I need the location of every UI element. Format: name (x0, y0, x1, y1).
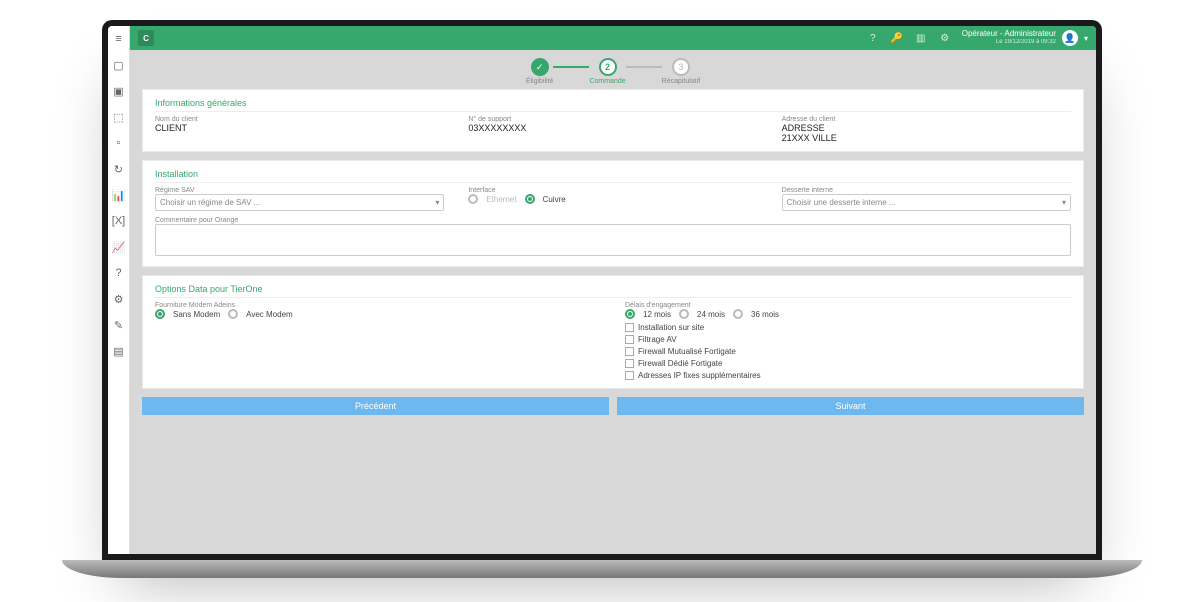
chk3-label: Firewall Mutualisé Fortigate (638, 347, 736, 356)
left-rail: ≡ ▢ ▣ ⬚ ▫ ↻ 📊 [X] 📈 ? ⚙ ✎ ▤ (108, 26, 130, 554)
next-button[interactable]: Suivant (617, 397, 1084, 415)
check-icon: ✓ (531, 58, 549, 76)
radio-ethernet[interactable] (468, 194, 478, 204)
chk4-label: Firewall Dédié Fortigate (638, 359, 722, 368)
card-install: Installation Régime SAV Choisir un régim… (142, 160, 1084, 267)
chk-firewall-dedie[interactable] (625, 359, 634, 368)
radio-36mois[interactable] (733, 309, 743, 319)
user-block[interactable]: Opérateur - Administrateur Le 19/12/2019… (962, 30, 1088, 46)
delai-label: Délais d'engagement (625, 302, 1071, 309)
chk1-label: Installation sur site (638, 323, 704, 332)
prev-button[interactable]: Précédent (142, 397, 609, 415)
desserte-placeholder: Choisir une desserte interne ... (787, 198, 896, 207)
radio-cuivre[interactable] (525, 194, 535, 204)
rail-item-7[interactable]: [X] (112, 214, 126, 228)
chk2-label: Filtrage AV (638, 335, 677, 344)
address-value: ADRESSE 21XXX VILLE (782, 123, 1071, 143)
step-1[interactable]: ✓ Éligibilité (526, 58, 554, 85)
interface-label: Interface (468, 187, 757, 194)
gear-icon[interactable]: ⚙ (938, 31, 952, 45)
step-3[interactable]: 3 Récapitulatif (662, 58, 701, 85)
modem-opt1: Sans Modem (173, 310, 220, 319)
regime-placeholder: Choisir un régime de SAV ... (160, 198, 260, 207)
step-line-2 (626, 66, 662, 68)
logo-icon: C (138, 30, 154, 46)
client-value: CLIENT (155, 123, 444, 133)
comment-textarea[interactable] (155, 224, 1071, 256)
modem-opt2: Avec Modem (246, 310, 293, 319)
rail-item-4[interactable]: ▫ (112, 136, 126, 150)
avatar-icon: 👤 (1062, 30, 1078, 46)
screen: ≡ ▢ ▣ ⬚ ▫ ↻ 📊 [X] 📈 ? ⚙ ✎ ▤ C ? 🔑 (108, 26, 1096, 554)
chat-icon[interactable]: ▥ (914, 31, 928, 45)
rail-item-6[interactable]: 📊 (112, 188, 126, 202)
rail-item-5[interactable]: ↻ (112, 162, 126, 176)
desserte-label: Desserte interne (782, 187, 1071, 194)
laptop-base (62, 560, 1142, 578)
comment-label: Commentaire pour Orange (155, 217, 1071, 224)
laptop-frame: ≡ ▢ ▣ ⬚ ▫ ↻ 📊 [X] 📈 ? ⚙ ✎ ▤ C ? 🔑 (102, 20, 1102, 560)
desserte-select[interactable]: Choisir une desserte interne ... ▾ (782, 194, 1071, 211)
step-1-label: Éligibilité (526, 78, 554, 85)
card-options-title: Options Data pour TierOne (155, 284, 1071, 298)
delai-opt1: 12 mois (643, 310, 671, 319)
support-value: 03XXXXXXXX (468, 123, 757, 133)
rail-item-help[interactable]: ? (112, 266, 126, 280)
card-install-title: Installation (155, 169, 1071, 183)
chk-install-site[interactable] (625, 323, 634, 332)
topbar: C ? 🔑 ▥ ⚙ Opérateur - Administrateur Le … (130, 26, 1096, 50)
user-name: Opérateur - Administrateur (962, 30, 1056, 39)
card-options: Options Data pour TierOne Fourniture Mod… (142, 275, 1084, 389)
menu-icon[interactable]: ≡ (112, 32, 126, 46)
rail-item-3[interactable]: ⬚ (112, 110, 126, 124)
address-label: Adresse du client (782, 116, 1071, 123)
rail-item-8[interactable]: 📈 (112, 240, 126, 254)
delai-opt2: 24 mois (697, 310, 725, 319)
chk-firewall-mutu[interactable] (625, 347, 634, 356)
key-icon[interactable]: 🔑 (890, 31, 904, 45)
regime-label: Régime SAV (155, 187, 444, 194)
main-area: C ? 🔑 ▥ ⚙ Opérateur - Administrateur Le … (130, 26, 1096, 554)
client-label: Nom du client (155, 116, 444, 123)
step-2[interactable]: 2 Commande (589, 58, 625, 85)
help-icon[interactable]: ? (866, 31, 880, 45)
chk-ip-fixes[interactable] (625, 371, 634, 380)
rail-item-list[interactable]: ▤ (112, 344, 126, 358)
user-timestamp: Le 19/12/2019 à 09:32 (962, 39, 1056, 46)
support-label: N° de support (468, 116, 757, 123)
chk5-label: Adresses IP fixes supplémentaires (638, 371, 761, 380)
regime-select[interactable]: Choisir un régime de SAV ... ▾ (155, 194, 444, 211)
rail-item-2[interactable]: ▣ (112, 84, 126, 98)
step-2-circle: 2 (599, 58, 617, 76)
step-2-label: Commande (589, 78, 625, 85)
step-3-label: Récapitulatif (662, 78, 701, 85)
radio-24mois[interactable] (679, 309, 689, 319)
card-info: Informations générales Nom du client CLI… (142, 89, 1084, 152)
rail-item-1[interactable]: ▢ (112, 58, 126, 72)
radio-avec-modem[interactable] (228, 309, 238, 319)
content: ✓ Éligibilité 2 Commande 3 Récapitulatif (130, 50, 1096, 554)
chevron-down-icon: ▾ (435, 198, 439, 207)
rail-item-edit[interactable]: ✎ (112, 318, 126, 332)
radio-12mois[interactable] (625, 309, 635, 319)
chk-filtrage-av[interactable] (625, 335, 634, 344)
rail-item-settings[interactable]: ⚙ (112, 292, 126, 306)
chevron-down-icon: ▾ (1084, 34, 1088, 43)
delai-opt3: 36 mois (751, 310, 779, 319)
stepper: ✓ Éligibilité 2 Commande 3 Récapitulatif (142, 58, 1084, 85)
interface-opt2: Cuivre (543, 195, 566, 204)
card-info-title: Informations générales (155, 98, 1071, 112)
step-3-circle: 3 (672, 58, 690, 76)
footer-buttons: Précédent Suivant (142, 397, 1084, 415)
modem-label: Fourniture Modem Adeins (155, 302, 601, 309)
radio-sans-modem[interactable] (155, 309, 165, 319)
interface-opt1: Ethernet (486, 195, 516, 204)
chevron-down-icon: ▾ (1062, 198, 1066, 207)
step-line-1 (553, 66, 589, 68)
